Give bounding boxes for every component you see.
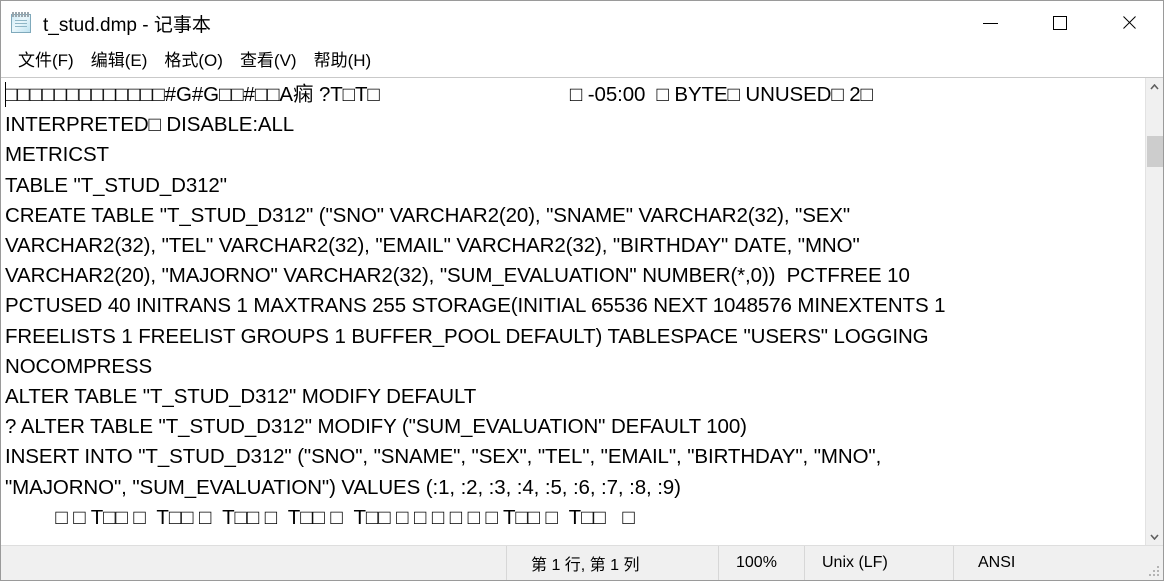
scroll-up-icon	[1150, 83, 1159, 90]
title-bar[interactable]: t_stud.dmp - 记事本	[1, 1, 1163, 45]
minimize-icon	[983, 22, 998, 24]
scroll-thumb[interactable]	[1147, 136, 1163, 167]
close-icon	[1121, 15, 1137, 31]
text-line: TABLE "T_STUD_D312"	[5, 173, 227, 197]
text-line: VARCHAR2(32), "TEL" VARCHAR2(32), "EMAIL…	[5, 234, 860, 258]
window-title: t_stud.dmp - 记事本	[43, 14, 211, 36]
editor-area: □□□□□□□□□□□□□#G#G□□#□□A痫 ?T□T□ □ -05:00 …	[1, 78, 1163, 545]
notepad-icon	[10, 11, 34, 35]
maximize-button[interactable]	[1025, 1, 1094, 45]
title-bar-left: t_stud.dmp - 记事本	[1, 10, 211, 37]
minimize-button[interactable]	[956, 1, 1025, 45]
menu-bar: 文件(F) 编辑(E) 格式(O) 查看(V) 帮助(H)	[1, 45, 1163, 78]
text-line: INSERT INTO "T_STUD_D312" ("SNO", "SNAME…	[5, 445, 882, 469]
menu-format[interactable]: 格式(O)	[156, 50, 232, 72]
text-line: ALTER TABLE "T_STUD_D312" MODIFY DEFAULT	[5, 385, 477, 409]
scroll-up-button[interactable]	[1146, 78, 1163, 95]
text-line: METRICST	[5, 143, 109, 167]
vertical-scrollbar[interactable]	[1145, 78, 1163, 545]
status-zoom-level[interactable]: 100%	[718, 546, 804, 580]
close-button[interactable]	[1094, 1, 1163, 45]
maximize-icon	[1052, 16, 1067, 30]
status-bar-spacer	[1, 546, 506, 580]
status-cursor-position: 第 1 行, 第 1 列	[506, 546, 718, 580]
menu-view[interactable]: 查看(V)	[232, 50, 306, 72]
text-line: □ □ T□□ □ T□□ □ T□□ □ T□□ □ T□□ □ □ □ □ …	[5, 505, 635, 529]
text-line: FREELISTS 1 FREELIST GROUPS 1 BUFFER_POO…	[5, 324, 929, 348]
resize-grip[interactable]	[1149, 566, 1161, 578]
scroll-down-icon	[1150, 533, 1159, 540]
menu-edit[interactable]: 编辑(E)	[83, 50, 157, 72]
menu-file[interactable]: 文件(F)	[10, 50, 83, 72]
text-line: VARCHAR2(20), "MAJORNO" VARCHAR2(32), "S…	[5, 264, 910, 288]
text-editor[interactable]: □□□□□□□□□□□□□#G#G□□#□□A痫 ?T□T□ □ -05:00 …	[1, 78, 1145, 545]
status-bar: 第 1 行, 第 1 列 100% Unix (LF) ANSI	[1, 545, 1163, 580]
text-line: "MAJORNO", "SUM_EVALUATION") VALUES (:1,…	[5, 475, 681, 499]
text-line: ? ALTER TABLE "T_STUD_D312" MODIFY ("SUM…	[5, 415, 747, 439]
text-line: □□□□□□□□□□□□□#G#G□□#□□A痫 ?T□T□ □ -05:00 …	[5, 83, 873, 106]
text-line: INTERPRETED□ DISABLE:ALL	[5, 113, 295, 137]
scroll-down-button[interactable]	[1146, 528, 1163, 545]
text-line: CREATE TABLE "T_STUD_D312" ("SNO" VARCHA…	[5, 203, 851, 227]
text-caret	[5, 82, 6, 107]
text-line: PCTUSED 40 INITRANS 1 MAXTRANS 255 STORA…	[5, 294, 946, 318]
notepad-window: t_stud.dmp - 记事本 文件(F) 编辑(E) 格式(O) 查看(V)…	[0, 0, 1164, 581]
status-encoding[interactable]: ANSI	[953, 546, 1163, 580]
status-line-ending[interactable]: Unix (LF)	[804, 546, 953, 580]
menu-help[interactable]: 帮助(H)	[306, 50, 381, 72]
window-controls	[956, 1, 1163, 45]
text-line: NOCOMPRESS	[5, 354, 153, 378]
